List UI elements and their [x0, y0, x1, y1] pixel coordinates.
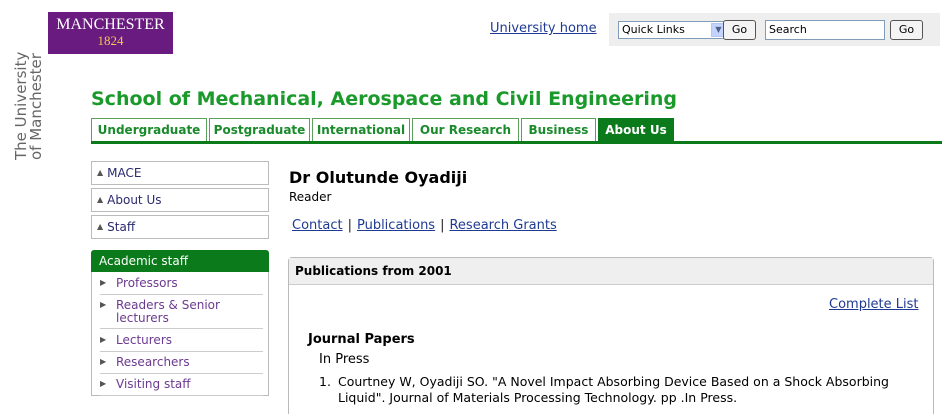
- sidebar-item-staff[interactable]: ▲ Staff: [91, 215, 269, 239]
- tab-international[interactable]: International: [312, 118, 410, 142]
- research-grants-link[interactable]: Research Grants: [449, 218, 556, 233]
- tab-underline: [91, 141, 942, 144]
- triangle-right-icon: ▶: [100, 335, 107, 344]
- academic-staff-list: ▶ Professors ▶ Readers & Senior lecturer…: [91, 272, 269, 396]
- sidebar-item-label: Staff: [107, 220, 136, 234]
- publications-link[interactable]: Publications: [357, 218, 435, 233]
- person-subnav: Contact | Publications | Research Grants: [292, 218, 557, 233]
- sidebar-item-label: MACE: [107, 166, 142, 180]
- sidebar-item-label: Lecturers: [116, 333, 173, 347]
- tab-about-us[interactable]: About Us: [598, 118, 674, 142]
- triangle-right-icon: ▶: [100, 357, 107, 366]
- publication-number: 1.: [319, 374, 331, 389]
- logo-name: MANCHESTER: [56, 16, 165, 33]
- university-logo[interactable]: MANCHESTER 1824: [48, 12, 173, 54]
- triangle-up-icon: ▲: [97, 195, 104, 204]
- publications-panel: Publications from 2001 Complete List Jou…: [288, 257, 934, 414]
- triangle-right-icon: ▶: [100, 300, 107, 309]
- sidebar-item-label: Researchers: [116, 355, 190, 369]
- person-name: Dr Olutunde Oyadiji: [289, 168, 468, 187]
- sidebar-item-label: Professors: [116, 276, 178, 290]
- triangle-right-icon: ▶: [100, 379, 107, 388]
- sidebar-item-readers-senior-lecturers[interactable]: ▶ Readers & Senior lecturers: [100, 299, 263, 329]
- tab-undergraduate[interactable]: Undergraduate: [91, 118, 207, 142]
- complete-list-link[interactable]: Complete List: [829, 297, 919, 312]
- quick-links-value: Quick Links: [622, 23, 685, 36]
- journal-papers-heading: Journal Papers: [308, 332, 415, 347]
- triangle-up-icon: ▲: [97, 222, 104, 231]
- publications-heading: Publications from 2001: [289, 258, 933, 285]
- sidebar-item-lecturers[interactable]: ▶ Lecturers: [100, 334, 263, 352]
- separator: |: [347, 218, 352, 233]
- quick-links-go-button[interactable]: Go: [723, 20, 756, 40]
- logo-year: 1824: [97, 33, 124, 48]
- triangle-right-icon: ▶: [100, 278, 107, 287]
- tab-business[interactable]: Business: [521, 118, 596, 142]
- sidebar-item-label: Readers & Senior lecturers: [116, 298, 220, 325]
- publication-text: Courtney W, Oyadiji SO. "A Novel Impact …: [338, 374, 889, 405]
- search-input[interactable]: Search: [765, 20, 885, 40]
- person-role: Reader: [289, 190, 332, 204]
- tab-postgraduate[interactable]: Postgraduate: [209, 118, 310, 142]
- search-go-button[interactable]: Go: [890, 20, 923, 40]
- sidebar-section-academic-staff: Academic staff: [91, 250, 269, 272]
- sidebar-item-about-us[interactable]: ▲ About Us: [91, 188, 269, 212]
- quick-links-select[interactable]: Quick Links ▼: [618, 21, 728, 39]
- contact-link[interactable]: Contact: [292, 218, 343, 233]
- header-toolbar: Quick Links ▼ Go Search Go: [609, 13, 940, 46]
- university-home-link[interactable]: University home: [490, 21, 597, 36]
- sidebar-item-professors[interactable]: ▶ Professors: [100, 277, 263, 295]
- university-vertical-name: The University of Manchester: [12, 50, 48, 162]
- sidebar-item-label: Visiting staff: [116, 377, 191, 391]
- separator: |: [440, 218, 445, 233]
- sidebar-item-researchers[interactable]: ▶ Researchers: [100, 356, 263, 374]
- tab-our-research[interactable]: Our Research: [412, 118, 519, 142]
- sidebar-item-visiting-staff[interactable]: ▶ Visiting staff: [100, 378, 263, 396]
- university-vertical-line-2: of Manchester: [27, 53, 45, 160]
- sidebar-item-label: About Us: [107, 193, 162, 207]
- sidebar-item-mace[interactable]: ▲ MACE: [91, 161, 269, 185]
- in-press-label: In Press: [319, 352, 370, 367]
- publication-item: 1. Courtney W, Oyadiji SO. "A Novel Impa…: [319, 374, 919, 406]
- school-title: School of Mechanical, Aerospace and Civi…: [91, 88, 677, 110]
- triangle-up-icon: ▲: [97, 168, 104, 177]
